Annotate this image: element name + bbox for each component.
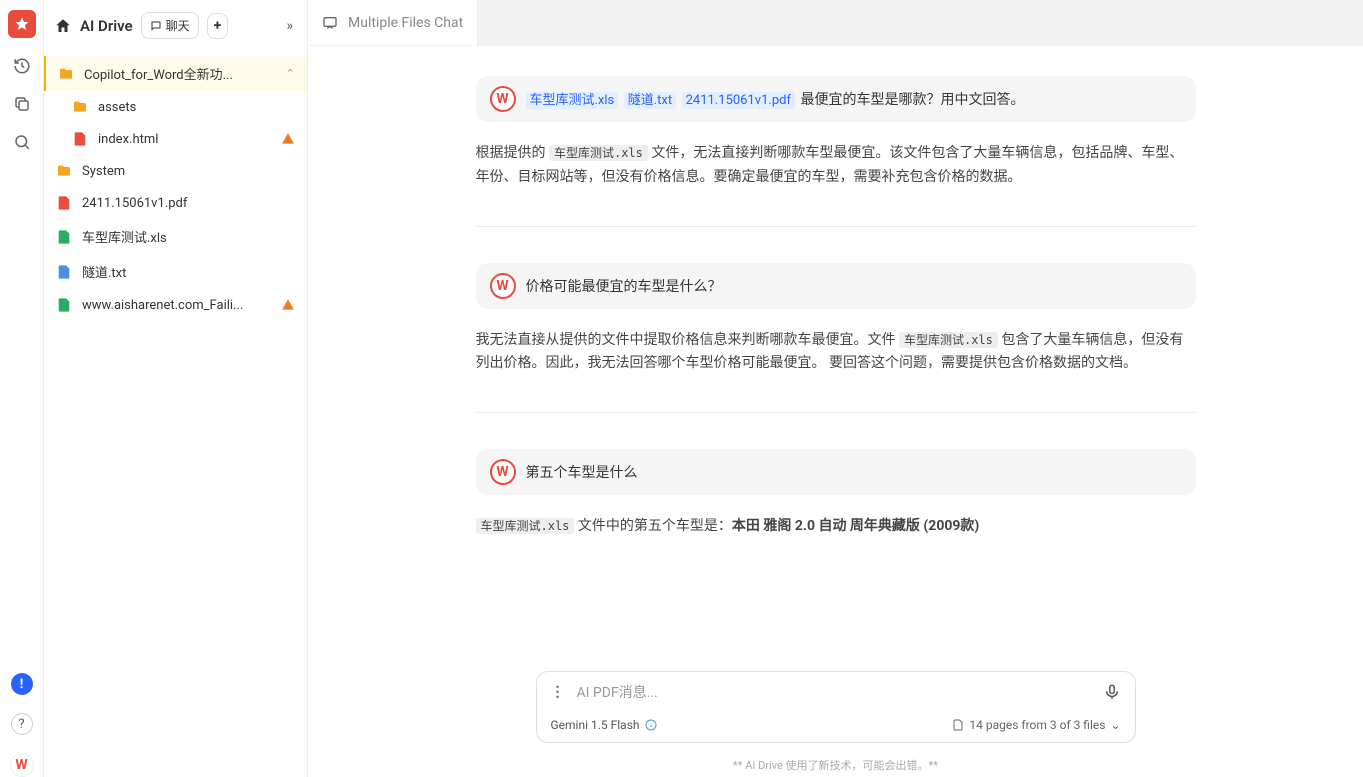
tree-folder[interactable]: assets — [44, 91, 307, 123]
main-panel: Multiple Files Chat W 车型库测试.xls 隧道.txt 2… — [308, 0, 1363, 777]
user-message: W 车型库测试.xls 隧道.txt 2411.15061v1.pdf 最便宜的… — [476, 76, 1196, 122]
info-icon — [645, 719, 657, 731]
chat-chip-label: 聊天 — [166, 17, 190, 34]
divider — [476, 412, 1196, 413]
tree-label: 2411.15061v1.pdf — [82, 196, 295, 211]
warning-icon — [281, 132, 295, 146]
chat-input-box: ⋮ AI PDF消息... Gemini 1.5 Flash 14 pages … — [536, 671, 1136, 743]
help-icon[interactable]: ? — [11, 713, 33, 735]
tree-label: www.aisharenet.com_Faili... — [82, 298, 271, 313]
chat-scroll[interactable]: W 车型库测试.xls 隧道.txt 2411.15061v1.pdf 最便宜的… — [308, 46, 1363, 671]
tree-folder[interactable]: System — [44, 155, 307, 187]
user-message: W 价格可能最便宜的车型是什么？ — [476, 263, 1196, 309]
new-button[interactable]: + — [207, 13, 229, 39]
user-avatar-icon[interactable]: W — [10, 753, 34, 777]
user-text: 最便宜的车型是哪款？用中文回答。 — [800, 92, 1024, 108]
assistant-message: 我无法直接从提供的文件中提取价格信息来判断哪款车最便宜。文件 车型库测试.xls… — [476, 329, 1196, 377]
copy-icon[interactable] — [12, 94, 32, 114]
assistant-message: 根据提供的 车型库测试.xls 文件，无法直接判断哪款车型最便宜。该文件包含了大… — [476, 142, 1196, 190]
user-message: W 第五个车型是什么 — [476, 449, 1196, 495]
chevron-down-icon: ⌄ — [1110, 718, 1120, 732]
tree-label: 隧道.txt — [82, 262, 295, 281]
chat-chip[interactable]: 聊天 — [141, 12, 199, 39]
file-chip[interactable]: 隧道.txt — [624, 92, 676, 109]
avatar: W — [490, 273, 516, 299]
sidebar-header: AI Drive 聊天 + » — [44, 0, 307, 52]
code-chip: 车型库测试.xls — [549, 145, 648, 161]
app-title: AI Drive — [80, 17, 133, 35]
tree-file[interactable]: 隧道.txt — [44, 254, 307, 289]
file-chip[interactable]: 车型库测试.xls — [526, 92, 619, 109]
tree-file[interactable]: index.html — [44, 123, 307, 155]
code-chip: 车型库测试.xls — [476, 518, 575, 534]
app-logo[interactable] — [8, 10, 36, 38]
tab-title: Multiple Files Chat — [348, 15, 463, 31]
chat-input[interactable]: AI PDF消息... — [577, 682, 1091, 702]
tree-file[interactable]: 2411.15061v1.pdf — [44, 187, 307, 219]
warning-icon — [281, 298, 295, 312]
tree-label: index.html — [98, 132, 271, 147]
avatar: W — [490, 459, 516, 485]
history-icon[interactable] — [12, 56, 32, 76]
file-chip[interactable]: 2411.15061v1.pdf — [682, 92, 795, 109]
file-tree: Copilot_for_Word全新功... ⌃ assets index.ht… — [44, 52, 307, 777]
model-selector[interactable]: Gemini 1.5 Flash — [551, 718, 657, 732]
input-menu-icon[interactable]: ⋮ — [551, 684, 565, 700]
left-rail: ! ? W — [0, 0, 44, 777]
tree-label: assets — [98, 100, 295, 115]
assistant-message: 车型库测试.xls 文件中的第五个车型是：本田 雅阁 2.0 自动 周年典藏版 … — [476, 515, 1196, 539]
code-chip: 车型库测试.xls — [899, 332, 998, 348]
file-icon — [952, 719, 964, 731]
chevron-up-icon: ⌃ — [286, 67, 295, 80]
search-icon[interactable] — [12, 132, 32, 152]
tree-label: Copilot_for_Word全新功... — [84, 64, 276, 83]
pages-indicator[interactable]: 14 pages from 3 of 3 files ⌄ — [952, 718, 1120, 732]
avatar: W — [490, 86, 516, 112]
tree-label: System — [82, 164, 295, 179]
divider — [476, 226, 1196, 227]
tree-folder[interactable]: Copilot_for_Word全新功... ⌃ — [44, 56, 307, 91]
home-icon[interactable] — [54, 17, 72, 35]
tree-label: 车型库测试.xls — [82, 227, 295, 246]
footer-disclaimer: ** AI Drive 使用了新技术，可能会出错。** — [308, 753, 1363, 777]
sidebar: AI Drive 聊天 + » Copilot_for_Word全新功... ⌃… — [44, 0, 308, 777]
mic-icon[interactable] — [1103, 683, 1121, 701]
chat-icon — [322, 15, 338, 31]
expand-icon[interactable]: » — [282, 18, 297, 34]
notification-badge-icon[interactable]: ! — [11, 673, 33, 695]
main-header: Multiple Files Chat — [308, 0, 1363, 46]
user-text: 价格可能最便宜的车型是什么？ — [526, 276, 722, 296]
tree-file[interactable]: www.aisharenet.com_Faili... — [44, 289, 307, 321]
tree-file[interactable]: 车型库测试.xls — [44, 219, 307, 254]
user-text: 第五个车型是什么 — [526, 462, 638, 482]
